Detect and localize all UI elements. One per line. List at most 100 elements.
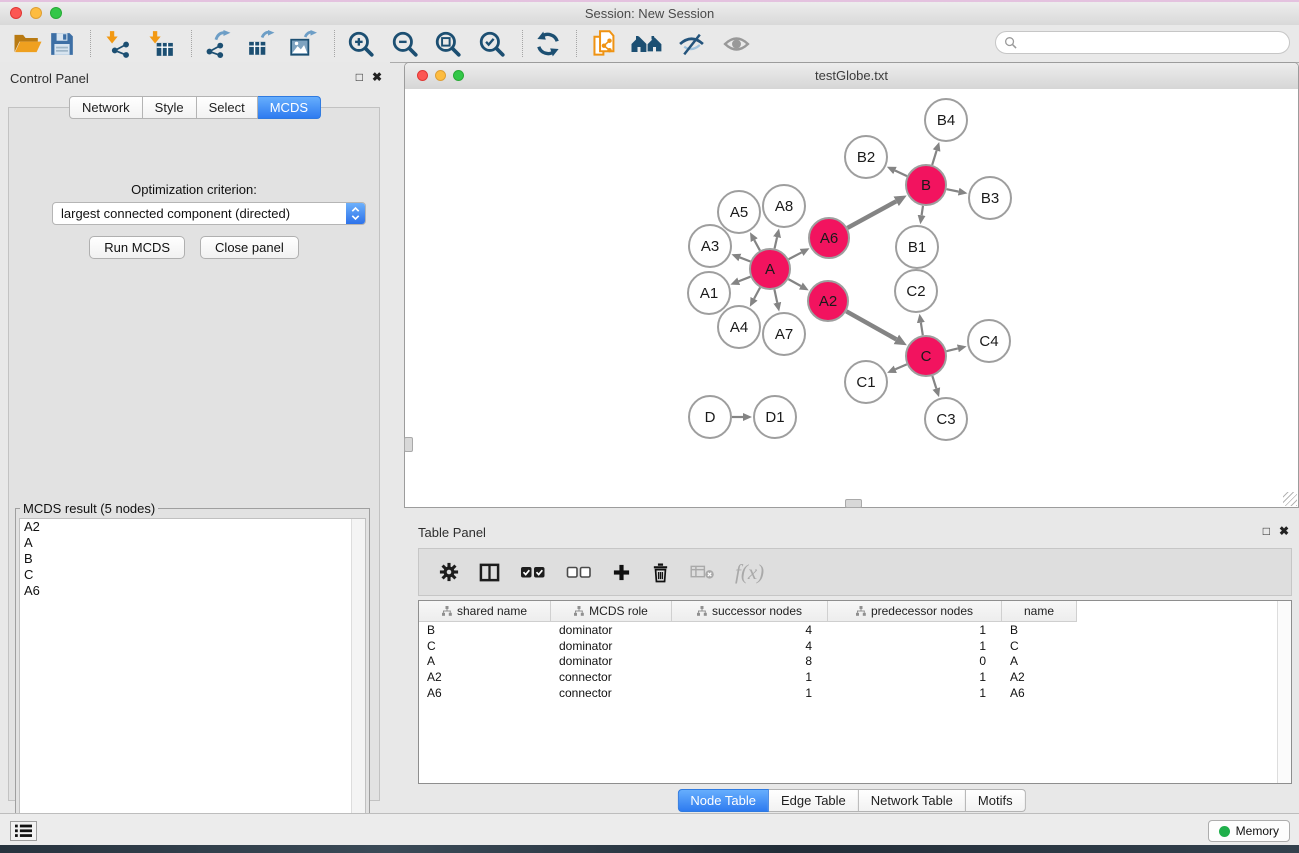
save-session-button[interactable] (44, 28, 80, 59)
table-row[interactable]: Cdominator41C (419, 638, 1291, 654)
export-table-button[interactable] (243, 28, 279, 59)
edge-A6-B[interactable] (847, 201, 896, 228)
table-settings-button[interactable] (439, 562, 459, 582)
float-panel-icon[interactable]: □ (356, 70, 363, 84)
edge-A-A5[interactable] (754, 240, 760, 250)
import-table-button[interactable] (143, 28, 179, 59)
tab-network[interactable]: Network (69, 96, 143, 119)
criterion-dropdown[interactable]: largest connected component (directed) (52, 202, 366, 225)
zoom-fit-button[interactable] (430, 28, 466, 59)
close-table-panel-icon[interactable]: ✖ (1279, 524, 1289, 538)
edge-C-C4[interactable] (946, 348, 957, 351)
edge-A2-C[interactable] (846, 311, 896, 339)
first-neighbors-button[interactable] (629, 28, 665, 59)
edge-C-C1[interactable] (895, 364, 906, 369)
table-cell: 1 (828, 686, 1002, 700)
window-edge-grip[interactable] (404, 437, 413, 452)
export-image-icon (289, 30, 317, 58)
export-network-button[interactable] (199, 28, 235, 59)
edge-B-B1[interactable] (922, 206, 923, 216)
zoom-out-button[interactable] (387, 28, 423, 59)
add-column-button[interactable] (612, 563, 631, 582)
table-cell: A2 (419, 670, 551, 684)
export-image-button[interactable] (285, 28, 321, 59)
network-canvas[interactable]: AA1A2A3A4A5A6A7A8BB1B2B3B4CC1C2C3C4DD1 (405, 89, 1298, 507)
tab-style[interactable]: Style (143, 96, 197, 119)
session-title: Session: New Session (0, 6, 1299, 21)
table-panel: Table Panel □ ✖ (404, 517, 1299, 813)
node-table[interactable]: shared name MCDS role successor nodesprede… (418, 600, 1292, 784)
memory-label: Memory (1236, 824, 1279, 838)
result-scrollbar[interactable] (351, 519, 365, 828)
table-scrollbar[interactable] (1277, 601, 1291, 783)
delete-table-button[interactable] (690, 564, 715, 580)
tab-edge-table[interactable]: Edge Table (769, 789, 859, 812)
column-header-shared-name[interactable]: shared name (419, 601, 551, 622)
mcds-result-item[interactable]: A2 (20, 519, 365, 535)
edge-A-A8[interactable] (775, 237, 778, 248)
tab-network-table[interactable]: Network Table (859, 789, 966, 812)
close-panel-icon[interactable]: ✖ (372, 70, 382, 84)
hide-selected-button[interactable] (673, 28, 709, 59)
network-graph[interactable]: AA1A2A3A4A5A6A7A8BB1B2B3B4CC1C2C3C4DD1 (405, 89, 1298, 507)
column-header-MCDS-role[interactable]: MCDS role (551, 601, 672, 622)
tab-mcds[interactable]: MCDS (258, 96, 321, 119)
zoom-selected-button[interactable] (474, 28, 510, 59)
close-panel-button[interactable]: Close panel (200, 236, 299, 259)
network-window-titlebar[interactable]: testGlobe.txt (405, 63, 1298, 90)
edge-A-A2[interactable] (788, 279, 800, 286)
import-network-button[interactable] (100, 28, 136, 59)
search-box[interactable] (995, 31, 1290, 54)
run-mcds-button[interactable]: Run MCDS (89, 236, 185, 259)
table-cell: C (1002, 639, 1077, 653)
search-input[interactable] (1021, 35, 1281, 51)
edge-A-A1[interactable] (739, 277, 751, 282)
window-resize-grip[interactable] (1283, 492, 1297, 506)
edge-A-A3[interactable] (740, 257, 751, 261)
show-hidden-button[interactable] (718, 28, 754, 59)
column-header-name[interactable]: name (1002, 601, 1077, 622)
deselect-all-rows-button[interactable] (566, 564, 592, 580)
table-row[interactable]: A2connector11A2 (419, 669, 1291, 685)
new-network-from-selection-button[interactable] (586, 28, 622, 59)
open-session-button[interactable] (10, 28, 46, 59)
refresh-view-button[interactable] (530, 28, 566, 59)
column-header-predecessor-nodes[interactable]: predecessor nodes (828, 601, 1002, 622)
table-row[interactable]: Adominator80A (419, 654, 1291, 670)
column-header-successor-nodes[interactable]: successor nodes (672, 601, 828, 622)
table-columns-button[interactable] (479, 562, 500, 583)
edge-B-B3[interactable] (947, 189, 959, 191)
delete-column-button[interactable] (651, 562, 670, 583)
edge-C-C3[interactable] (932, 376, 936, 388)
mcds-result-item[interactable]: B (20, 551, 365, 567)
node-label-B4: B4 (937, 112, 955, 129)
edge-A-A6[interactable] (789, 252, 802, 259)
edge-B-B4[interactable] (932, 151, 936, 165)
mcds-result-item[interactable]: C (20, 567, 365, 583)
table-row[interactable]: Bdominator41B (419, 622, 1291, 638)
task-history-button[interactable] (10, 821, 37, 841)
tab-motifs[interactable]: Motifs (966, 789, 1026, 812)
folder-open-icon (13, 30, 43, 57)
function-builder-button[interactable]: f(x) (735, 560, 764, 585)
column-label: MCDS role (589, 604, 648, 618)
select-all-rows-button[interactable] (520, 564, 546, 580)
tab-node-table[interactable]: Node Table (677, 789, 769, 812)
mcds-result-item[interactable]: A6 (20, 583, 365, 599)
zoom-in-button[interactable] (343, 28, 379, 59)
edge-C-C2[interactable] (921, 323, 923, 336)
table-tabs: Node TableEdge TableNetwork TableMotifs (677, 789, 1025, 812)
mcds-result-list[interactable]: A2ABCA6 (19, 518, 366, 829)
tab-select[interactable]: Select (197, 96, 258, 119)
edge-A-A7[interactable] (774, 290, 777, 303)
table-row[interactable]: A6connector11A6 (419, 685, 1291, 701)
float-table-panel-icon[interactable]: □ (1263, 524, 1270, 538)
mcds-result-item[interactable]: A (20, 535, 365, 551)
window-edge-grip[interactable] (845, 499, 862, 508)
memory-button[interactable]: Memory (1208, 820, 1290, 842)
plus-icon (612, 563, 631, 582)
edge-B-B2[interactable] (895, 171, 907, 177)
table-cell: B (419, 623, 551, 637)
edge-A-A4[interactable] (754, 288, 760, 299)
table-cell: connector (551, 686, 672, 700)
